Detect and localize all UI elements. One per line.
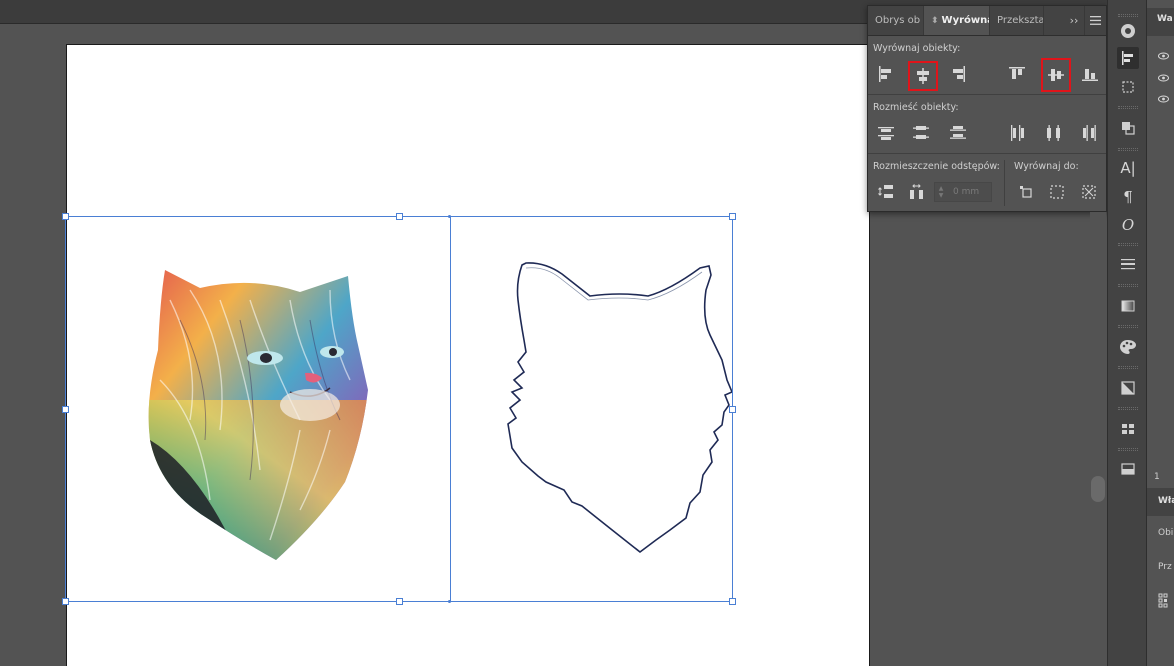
- align-to-artboard-button[interactable]: [1076, 179, 1102, 205]
- distribute-horizontal-spacing-button[interactable]: [904, 179, 930, 205]
- align-to-label: Wyrównaj do:: [1014, 161, 1079, 172]
- panel-dock: A| ¶ O: [1107, 0, 1147, 666]
- color-guide-icon[interactable]: [1117, 20, 1139, 42]
- reference-point-icon[interactable]: [1158, 593, 1172, 617]
- vertical-spacing-icon: [878, 185, 893, 198]
- tab-label: Wyrównaj: [941, 15, 989, 26]
- distribute-vertical-spacing-button[interactable]: [873, 179, 899, 205]
- properties-object-label: Obi: [1158, 528, 1174, 538]
- distribute-left-icon: [1011, 125, 1024, 141]
- distribute-spacing-label: Rozmieszczenie odstępów:: [873, 161, 1000, 172]
- align-bottom-icon: [1082, 69, 1098, 81]
- eye-icon[interactable]: [1158, 67, 1169, 86]
- distribute-bottom-button[interactable]: [945, 120, 971, 146]
- transparency-panel-icon[interactable]: [1117, 377, 1139, 399]
- distribute-vertical-center-button[interactable]: [908, 120, 934, 146]
- align-to-key-object-button[interactable]: [1044, 179, 1070, 205]
- align-to-artboard-icon: [1082, 185, 1096, 199]
- align-vertical-center-icon: [1048, 69, 1064, 81]
- double-chevron-right-icon[interactable]: ››: [1064, 6, 1084, 35]
- align-objects-label: Wyrównaj obiekty:: [873, 43, 961, 54]
- align-to-selection-icon: [1020, 186, 1032, 198]
- panel-tab-bar: Obrys ob ⬍ Wyrównaj Przeksztа ››: [868, 6, 1106, 36]
- character-panel-icon[interactable]: A|: [1117, 157, 1139, 179]
- tab-align[interactable]: ⬍ Wyrównaj: [924, 6, 990, 35]
- tab-label: Przeksztа: [997, 15, 1044, 26]
- properties-panel-title: Wła: [1158, 496, 1174, 506]
- swatches-panel-icon[interactable]: [1117, 418, 1139, 440]
- libraries-panel-icon[interactable]: [1117, 458, 1139, 480]
- distribute-horizontal-center-button[interactable]: [1041, 120, 1067, 146]
- distribute-right-button[interactable]: [1077, 120, 1103, 146]
- tab-transform[interactable]: Przeksztа: [990, 6, 1044, 35]
- spinner-arrows-icon[interactable]: ▲ ▼: [935, 185, 947, 199]
- distribute-objects-label: Rozmieść obiekty:: [873, 102, 959, 113]
- opentype-panel-icon[interactable]: O: [1117, 214, 1139, 236]
- distribute-right-icon: [1083, 125, 1096, 141]
- align-top-button[interactable]: [1004, 61, 1030, 87]
- transform-panel-icon[interactable]: [1117, 76, 1139, 98]
- paragraph-panel-icon[interactable]: ¶: [1117, 186, 1139, 208]
- scrollbar-thumb[interactable]: [1091, 476, 1105, 502]
- align-to-selection-button[interactable]: [1013, 179, 1039, 205]
- tab-stroke[interactable]: Obrys ob: [868, 6, 924, 35]
- layers-properties-panel: Wa 1 Wła Obi Prz: [1147, 0, 1174, 666]
- spacing-value: 0 mm: [953, 187, 980, 197]
- vertical-scrollbar[interactable]: [1090, 212, 1106, 666]
- stroke-panel-icon[interactable]: [1117, 253, 1139, 275]
- distribute-top-button[interactable]: [873, 120, 899, 146]
- pathfinder-panel-icon[interactable]: [1117, 117, 1139, 139]
- distribute-left-button[interactable]: [1004, 120, 1030, 146]
- horizontal-spacing-icon: [910, 184, 923, 199]
- align-vertical-center-button[interactable]: [1041, 58, 1071, 92]
- spacing-value-input[interactable]: ▲ ▼ 0 mm: [934, 182, 992, 202]
- distribute-bottom-icon: [950, 126, 966, 139]
- distribute-horizontal-center-icon: [1047, 125, 1060, 141]
- align-horizontal-center-icon: [917, 68, 929, 84]
- tab-label: Obrys ob: [875, 15, 921, 26]
- eye-icon[interactable]: [1158, 45, 1169, 64]
- align-bottom-button[interactable]: [1077, 61, 1103, 87]
- align-top-icon: [1009, 67, 1025, 79]
- align-horizontal-center-button[interactable]: [908, 61, 938, 91]
- distribute-vertical-center-icon: [913, 126, 929, 139]
- distribute-top-icon: [878, 127, 894, 140]
- gradient-panel-icon[interactable]: [1117, 295, 1139, 317]
- layers-panel-title: Wa: [1157, 14, 1173, 24]
- align-to-key-object-icon: [1050, 185, 1064, 199]
- layers-count: 1: [1154, 472, 1160, 482]
- properties-transform-label: Prz: [1158, 562, 1172, 572]
- align-panel-icon[interactable]: [1117, 47, 1139, 69]
- align-right-button[interactable]: [945, 61, 971, 87]
- tab-arrows-icon: ⬍: [931, 15, 939, 26]
- appearance-palette-icon[interactable]: [1117, 336, 1139, 358]
- eye-icon[interactable]: [1158, 88, 1169, 107]
- align-left-button[interactable]: [873, 61, 899, 87]
- align-left-icon: [879, 66, 891, 82]
- align-right-icon: [953, 66, 965, 82]
- panel-menu-icon[interactable]: [1084, 6, 1106, 35]
